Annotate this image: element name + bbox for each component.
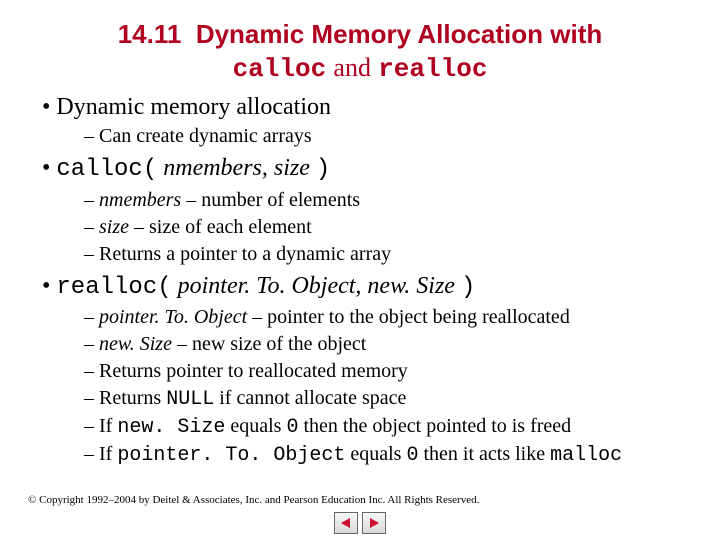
bullet-3e-mid: equals	[225, 415, 286, 437]
bullet-1a-text: Can create dynamic arrays	[99, 125, 312, 147]
bullet-3b-text: – new size of the object	[172, 333, 366, 355]
bullet-3f-code: pointer. To. Object	[117, 444, 345, 467]
bullet-2c-text: Returns a pointer to a dynamic array	[99, 243, 391, 265]
bullet-2a: nmembers – number of elements	[84, 187, 692, 214]
bullet-3: realloc( pointer. To. Object, new. Size …	[28, 270, 692, 469]
bullet-2: calloc( nmembers, size ) nmembers – numb…	[28, 152, 692, 267]
bullet-3d: Returns NULL if cannot allocate space	[84, 385, 692, 413]
bullet-2-code-close: )	[316, 156, 330, 183]
bullet-3e: If new. Size equals 0 then the object po…	[84, 413, 692, 441]
bullet-3e-post: then the object pointed to is freed	[298, 415, 571, 437]
bullet-2-args: nmembers, size	[163, 155, 310, 181]
bullet-2-sublist: nmembers – number of elements size – siz…	[84, 187, 692, 268]
bullet-2-code-open: calloc(	[56, 156, 157, 183]
title-number: 14.11	[118, 19, 182, 49]
arrow-right-icon	[367, 516, 381, 530]
bullet-2b-term: size	[99, 216, 129, 238]
arrow-left-icon	[339, 516, 353, 530]
bullet-3a-term: pointer. To. Object	[99, 306, 247, 328]
bullet-2a-text: – number of elements	[181, 189, 360, 211]
slide-title: 14.11 Dynamic Memory Allocation with cal…	[68, 18, 652, 85]
bullet-1-text: Dynamic memory allocation	[56, 94, 331, 120]
bullet-3f-mid: equals	[345, 443, 406, 465]
bullet-3f-code3: malloc	[550, 444, 622, 467]
bullet-3d-post: if cannot allocate space	[214, 387, 406, 409]
bullet-1: Dynamic memory allocation Can create dyn…	[28, 91, 692, 150]
bullet-3c-text: Returns pointer to reallocated memory	[99, 360, 408, 382]
bullet-3f: If pointer. To. Object equals 0 then it …	[84, 441, 692, 469]
bullet-3b: new. Size – new size of the object	[84, 331, 692, 358]
bullet-1-sublist: Can create dynamic arrays	[84, 123, 692, 150]
bullet-3e-pre: If	[99, 415, 117, 437]
bullet-3c: Returns pointer to reallocated memory	[84, 358, 692, 385]
bullet-3b-term: new. Size	[99, 333, 172, 355]
title-text: Dynamic Memory Allocation with	[196, 19, 602, 49]
next-button[interactable]	[362, 512, 386, 534]
bullet-2c: Returns a pointer to a dynamic array	[84, 241, 692, 268]
title-code-realloc: realloc	[378, 54, 487, 84]
bullet-3d-pre: Returns	[99, 387, 166, 409]
bullet-3-args: pointer. To. Object, new. Size	[178, 273, 455, 299]
bullet-3d-code: NULL	[166, 388, 214, 411]
nav-buttons	[334, 512, 386, 534]
title-and: and	[333, 53, 371, 82]
bullet-3-code-close: )	[461, 274, 475, 301]
bullet-1a: Can create dynamic arrays	[84, 123, 692, 150]
title-code-calloc: calloc	[233, 54, 327, 84]
copyright-footer: © Copyright 1992–2004 by Deitel & Associ…	[28, 494, 479, 506]
bullet-3-sublist: pointer. To. Object – pointer to the obj…	[84, 304, 692, 469]
bullet-list: Dynamic memory allocation Can create dyn…	[28, 91, 692, 469]
bullet-2b-text: – size of each element	[129, 216, 312, 238]
bullet-2a-term: nmembers	[99, 189, 181, 211]
bullet-3e-code2: 0	[286, 416, 298, 439]
bullet-3a: pointer. To. Object – pointer to the obj…	[84, 304, 692, 331]
bullet-3e-code: new. Size	[117, 416, 225, 439]
bullet-3f-pre: If	[99, 443, 117, 465]
bullet-3a-text: – pointer to the object being reallocate…	[247, 306, 570, 328]
bullet-3-code-open: realloc(	[56, 274, 171, 301]
prev-button[interactable]	[334, 512, 358, 534]
bullet-3f-code2: 0	[406, 444, 418, 467]
bullet-3f-post: then it acts like	[418, 443, 550, 465]
bullet-2b: size – size of each element	[84, 214, 692, 241]
